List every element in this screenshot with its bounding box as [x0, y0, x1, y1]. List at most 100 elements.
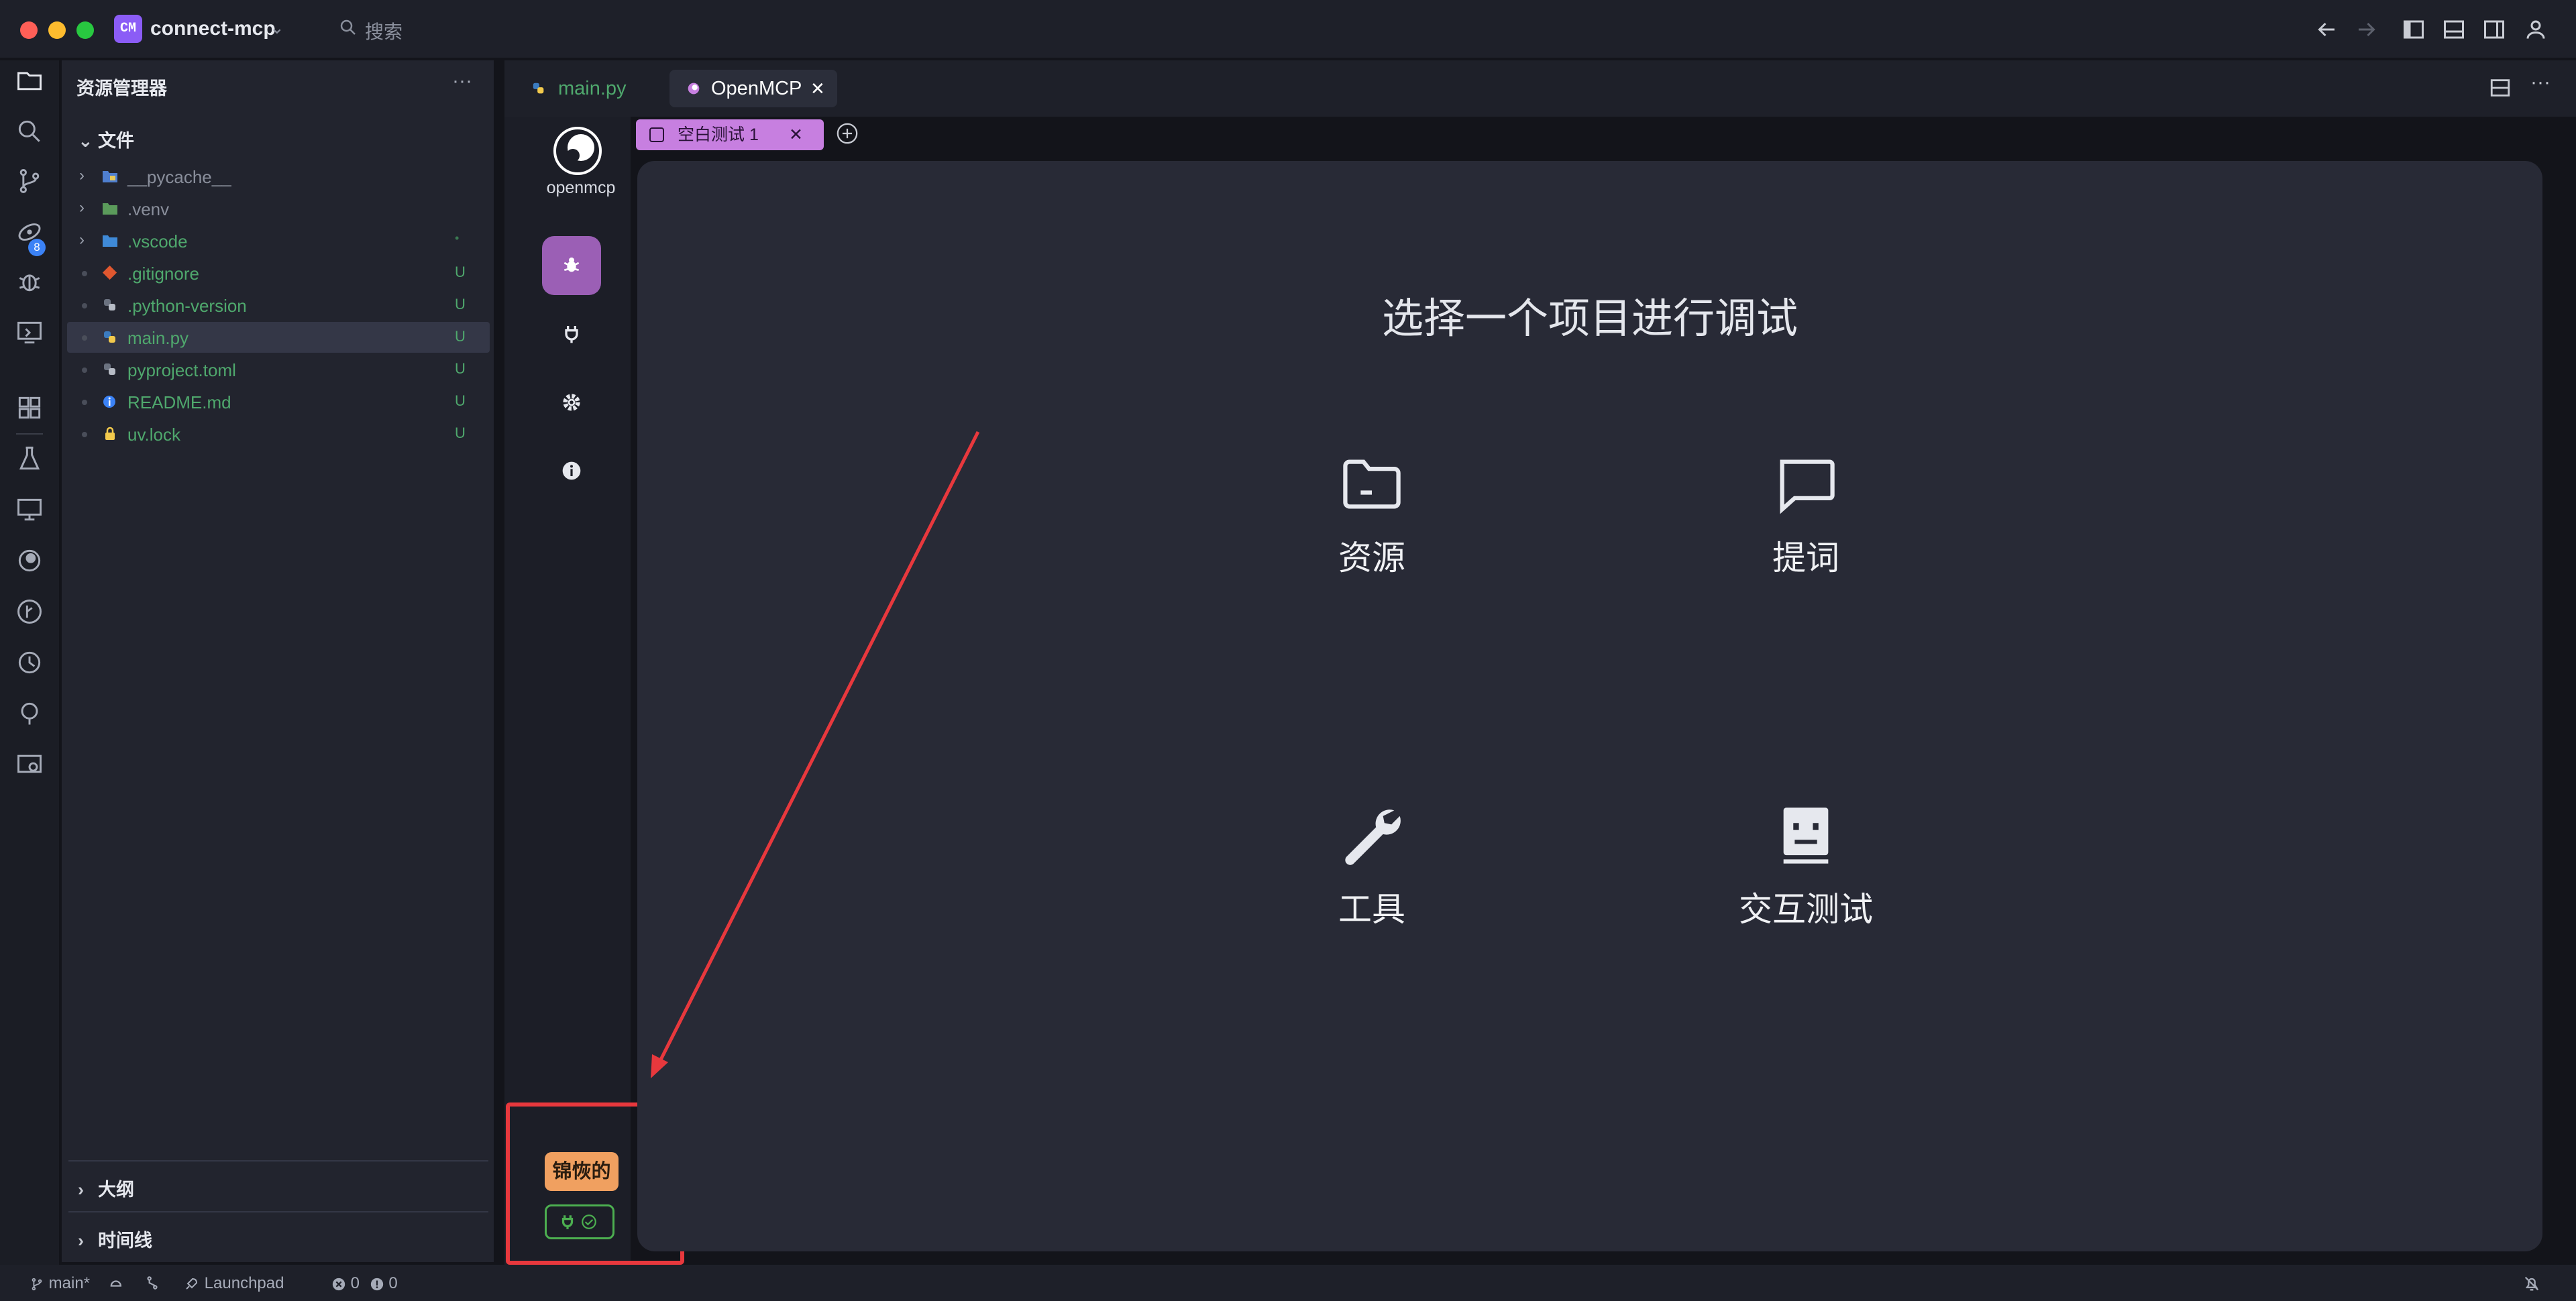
explorer-title: 资源管理器	[76, 78, 167, 99]
status-bar: main* Launchpad 0 0	[0, 1265, 2576, 1301]
folder-icon	[1343, 459, 1401, 509]
prompts-option[interactable]: 提词	[1672, 451, 1940, 579]
interactive-test-option[interactable]: 交互测试	[1672, 802, 1940, 931]
close-window-button[interactable]	[20, 21, 38, 39]
chevron-down-icon[interactable]: ⌄	[270, 17, 284, 38]
minimize-window-button[interactable]	[48, 21, 66, 39]
chevron-right-icon: ›	[79, 231, 85, 249]
tree-item-pycache[interactable]: › __pycache__	[67, 161, 490, 192]
warning-icon	[370, 1278, 383, 1290]
tree-item-python-version[interactable]: .python-version U	[67, 290, 490, 321]
split-editor-icon[interactable]	[2489, 76, 2512, 99]
git-graph-icon[interactable]	[15, 597, 44, 626]
project-selection-card: 选择一个项目进行调试 资源 提词 工具 交互测试	[637, 161, 2542, 1251]
tree-icon[interactable]	[15, 699, 44, 728]
maximize-window-button[interactable]	[76, 21, 94, 39]
info-icon	[103, 396, 115, 408]
toml-file-icon	[104, 363, 115, 375]
rocket-icon	[186, 1278, 198, 1290]
source-control-icon[interactable]	[15, 166, 44, 196]
more-actions-icon[interactable]: ···	[2530, 71, 2551, 94]
folder-icon	[103, 203, 117, 215]
gear-icon	[563, 394, 580, 411]
python-file-icon	[104, 299, 115, 310]
git-file-icon	[102, 266, 117, 280]
forward-arrow-icon[interactable]	[2355, 17, 2379, 42]
openmcp-icon[interactable]	[15, 546, 44, 575]
project-name[interactable]: connect-mcp	[150, 17, 276, 40]
settings-nav-button[interactable]	[542, 373, 601, 432]
outline-section-header[interactable]: › 大纲	[78, 1175, 134, 1201]
add-tab-icon[interactable]	[836, 122, 859, 145]
launchpad-button[interactable]: Launchpad	[182, 1274, 284, 1293]
tree-item-pyproject[interactable]: pyproject.toml U	[67, 354, 490, 385]
extensions-icon[interactable]	[15, 393, 44, 422]
chat-bubble-icon	[1780, 459, 1835, 514]
search-input[interactable]: 搜索	[365, 17, 402, 44]
branch-indicator[interactable]: main*	[30, 1274, 90, 1293]
debug-nav-button[interactable]	[542, 236, 601, 295]
openmcp-logo-label: openmcp	[546, 178, 616, 197]
search-icon[interactable]	[15, 117, 44, 146]
folder-icon	[103, 171, 117, 182]
checkbox-icon	[649, 127, 664, 142]
info-icon	[562, 461, 581, 480]
folder-icon	[103, 235, 117, 247]
openmcp-logo	[553, 127, 602, 175]
remote-window-icon[interactable]	[15, 750, 44, 779]
git-branch-icon	[32, 1278, 42, 1290]
explorer-sidebar: 资源管理器 ··· ⌄ 文件 › __pycache__ › .venv › .v…	[62, 60, 494, 1262]
tree-item-vscode[interactable]: › .vscode •	[67, 225, 490, 256]
python-file-icon	[533, 82, 544, 94]
files-section-header[interactable]: ⌄ 文件	[78, 126, 134, 152]
more-actions-icon[interactable]: ···	[452, 70, 472, 93]
openmcp-sidebar: openmcp 锦恢的	[504, 117, 631, 1267]
page-title: 选择一个项目进行调试	[1381, 296, 1798, 342]
tree-item-venv[interactable]: › .venv	[67, 193, 490, 224]
toggle-secondary-sidebar-icon[interactable]	[2482, 17, 2506, 42]
tools-option[interactable]: 工具	[1238, 802, 1506, 931]
monitor-icon[interactable]	[15, 495, 44, 524]
plug-icon	[565, 326, 578, 343]
close-tab-icon[interactable]: ✕	[789, 119, 803, 150]
resources-option[interactable]: 资源	[1238, 451, 1506, 579]
sync-icon[interactable]	[107, 1274, 126, 1293]
tab-blank-test[interactable]: 空白测试 1 ✕	[636, 119, 824, 150]
tab-openmcp[interactable]: OpenMCP ✕	[669, 70, 837, 107]
explorer-icon[interactable]	[15, 66, 44, 95]
section-divider	[68, 1160, 488, 1162]
python-file-icon	[104, 331, 115, 343]
back-arrow-icon[interactable]	[2314, 17, 2339, 42]
tree-item-readme[interactable]: README.md U	[67, 386, 490, 417]
wrench-icon	[1345, 809, 1401, 865]
title-bar: CM connect-mcp ⌄ 搜索	[0, 0, 2576, 59]
account-icon[interactable]	[2524, 17, 2548, 42]
tree-item-uv-lock[interactable]: uv.lock U	[67, 418, 490, 449]
about-nav-button[interactable]	[542, 441, 601, 500]
testing-icon[interactable]	[15, 444, 44, 473]
connection-nav-button[interactable]	[542, 304, 601, 363]
timer-icon[interactable]	[15, 648, 44, 677]
project-badge[interactable]: CM	[114, 15, 142, 43]
search-icon[interactable]	[338, 17, 358, 38]
openmcp-icon	[688, 82, 700, 95]
timeline-section-header[interactable]: › 时间线	[78, 1226, 152, 1252]
bug-icon	[564, 258, 580, 272]
git-graph-icon[interactable]	[144, 1274, 161, 1292]
debug-icon[interactable]	[15, 267, 44, 296]
problems-indicator[interactable]: 0 0	[331, 1274, 398, 1293]
tab-main-py[interactable]: main.py	[531, 70, 627, 107]
toggle-sidebar-icon[interactable]	[2402, 17, 2426, 42]
chevron-right-icon: ›	[79, 166, 85, 184]
remote-explorer-icon[interactable]	[15, 318, 44, 347]
toggle-panel-icon[interactable]	[2442, 17, 2466, 42]
activity-bar: 8	[0, 60, 59, 1267]
tree-item-gitignore[interactable]: .gitignore U	[67, 258, 490, 288]
notifications-off-icon[interactable]	[2522, 1274, 2541, 1293]
tree-item-main-py[interactable]: main.py U	[67, 322, 490, 353]
robot-icon	[1783, 807, 1829, 864]
remote-icon[interactable]	[15, 217, 44, 247]
error-icon	[332, 1278, 345, 1290]
close-tab-icon[interactable]: ✕	[810, 70, 825, 107]
lock-icon	[105, 427, 115, 440]
